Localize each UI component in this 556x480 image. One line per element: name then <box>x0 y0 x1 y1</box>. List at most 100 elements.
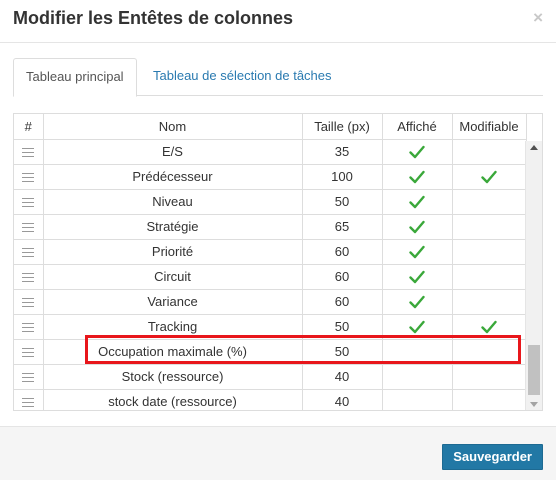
table-row[interactable]: stock date (ressource) 40 <box>14 389 527 410</box>
table-row[interactable]: Stratégie 65 <box>14 214 527 240</box>
column-header-nom: Nom <box>43 114 303 140</box>
cell-nom[interactable]: Stock (ressource) <box>43 364 303 390</box>
column-header-hash: # <box>14 114 44 140</box>
cell-taille[interactable]: 50 <box>302 189 383 215</box>
cell-nom[interactable]: Circuit <box>43 264 303 290</box>
scroll-down-arrow-icon[interactable] <box>530 402 538 407</box>
checkmark-icon <box>481 171 497 184</box>
cell-taille[interactable]: 100 <box>302 164 383 190</box>
drag-handle[interactable] <box>14 314 44 340</box>
cell-nom[interactable]: E/S <box>43 139 303 165</box>
cell-modifiable[interactable] <box>452 214 527 240</box>
cell-modifiable[interactable] <box>452 289 527 315</box>
cell-modifiable[interactable] <box>452 339 527 365</box>
checkmark-icon <box>409 196 425 209</box>
tab-task-selection-table[interactable]: Tableau de sélection de tâches <box>141 58 344 96</box>
table-row[interactable]: Circuit 60 <box>14 264 527 290</box>
save-button[interactable]: Sauvegarder <box>442 444 543 470</box>
drag-handle[interactable] <box>14 264 44 290</box>
cell-nom[interactable]: Priorité <box>43 239 303 265</box>
table-row[interactable]: Prédécesseur 100 <box>14 164 527 190</box>
drag-handle-icon <box>22 273 35 283</box>
tab-main-table[interactable]: Tableau principal <box>13 58 137 97</box>
table-header-row: # Nom Taille (px) Affiché Modifiable <box>14 114 527 140</box>
cell-nom[interactable]: Occupation maximale (%) <box>43 339 303 365</box>
cell-taille[interactable]: 50 <box>302 339 383 365</box>
columns-table: # Nom Taille (px) Affiché Modifiable E/S… <box>14 114 527 410</box>
cell-nom[interactable]: Tracking <box>43 314 303 340</box>
cell-nom[interactable]: stock date (ressource) <box>43 389 303 410</box>
dialog-header: Modifier les Entêtes de colonnes × <box>0 0 556 43</box>
drag-handle-icon <box>22 323 35 333</box>
checkmark-icon <box>409 271 425 284</box>
dialog-title: Modifier les Entêtes de colonnes <box>13 8 294 28</box>
cell-modifiable[interactable] <box>452 189 527 215</box>
drag-handle[interactable] <box>14 139 44 165</box>
cell-taille[interactable]: 35 <box>302 139 383 165</box>
cell-nom[interactable]: Variance <box>43 289 303 315</box>
cell-affiche[interactable] <box>382 139 453 165</box>
drag-handle[interactable] <box>14 189 44 215</box>
tab-bar: Tableau principal Tableau de sélection d… <box>13 58 543 97</box>
cell-modifiable[interactable] <box>452 364 527 390</box>
cell-affiche[interactable] <box>382 214 453 240</box>
drag-handle[interactable] <box>14 214 44 240</box>
close-button[interactable]: × <box>533 9 543 27</box>
drag-handle[interactable] <box>14 389 44 410</box>
cell-taille[interactable]: 60 <box>302 239 383 265</box>
cell-affiche[interactable] <box>382 164 453 190</box>
cell-affiche[interactable] <box>382 264 453 290</box>
table-row[interactable]: Tracking 50 <box>14 314 527 340</box>
cell-affiche[interactable] <box>382 239 453 265</box>
scroll-thumb[interactable] <box>528 345 540 395</box>
cell-modifiable[interactable] <box>452 139 527 165</box>
checkmark-icon <box>409 321 425 334</box>
table-row[interactable]: E/S 35 <box>14 139 527 165</box>
cell-taille[interactable]: 65 <box>302 214 383 240</box>
checkmark-icon <box>409 246 425 259</box>
scroll-up-arrow-icon[interactable] <box>530 145 538 150</box>
cell-taille[interactable]: 50 <box>302 314 383 340</box>
cell-nom[interactable]: Prédécesseur <box>43 164 303 190</box>
table-row[interactable]: Priorité 60 <box>14 239 527 265</box>
cell-nom[interactable]: Niveau <box>43 189 303 215</box>
drag-handle[interactable] <box>14 164 44 190</box>
cell-modifiable[interactable] <box>452 239 527 265</box>
drag-handle-icon <box>22 348 35 358</box>
drag-handle[interactable] <box>14 239 44 265</box>
drag-handle[interactable] <box>14 289 44 315</box>
checkmark-icon <box>409 171 425 184</box>
cell-taille[interactable]: 40 <box>302 364 383 390</box>
drag-handle-icon <box>22 373 35 383</box>
drag-handle-icon <box>22 173 35 183</box>
cell-affiche[interactable] <box>382 189 453 215</box>
cell-modifiable[interactable] <box>452 164 527 190</box>
drag-handle-icon <box>22 223 35 233</box>
columns-grid: # Nom Taille (px) Affiché Modifiable E/S… <box>13 113 543 411</box>
table-row[interactable]: Stock (ressource) 40 <box>14 364 527 390</box>
cell-modifiable[interactable] <box>452 264 527 290</box>
cell-affiche[interactable] <box>382 364 453 390</box>
cell-taille[interactable]: 60 <box>302 264 383 290</box>
cell-affiche[interactable] <box>382 289 453 315</box>
checkmark-icon <box>409 221 425 234</box>
cell-taille[interactable]: 40 <box>302 389 383 410</box>
table-row[interactable]: Variance 60 <box>14 289 527 315</box>
cell-modifiable[interactable] <box>452 314 527 340</box>
column-header-modifiable: Modifiable <box>452 114 527 140</box>
checkmark-icon <box>409 146 425 159</box>
checkmark-icon <box>409 296 425 309</box>
dialog-footer: Sauvegarder <box>0 426 556 480</box>
drag-handle[interactable] <box>14 339 44 365</box>
table-row[interactable]: Occupation maximale (%) 50 <box>14 339 527 365</box>
table-row[interactable]: Niveau 50 <box>14 189 527 215</box>
cell-affiche[interactable] <box>382 339 453 365</box>
cell-nom[interactable]: Stratégie <box>43 214 303 240</box>
cell-affiche[interactable] <box>382 314 453 340</box>
vertical-scrollbar[interactable] <box>525 141 542 410</box>
drag-handle-icon <box>22 398 35 408</box>
cell-modifiable[interactable] <box>452 389 527 410</box>
cell-affiche[interactable] <box>382 389 453 410</box>
drag-handle[interactable] <box>14 364 44 390</box>
cell-taille[interactable]: 60 <box>302 289 383 315</box>
